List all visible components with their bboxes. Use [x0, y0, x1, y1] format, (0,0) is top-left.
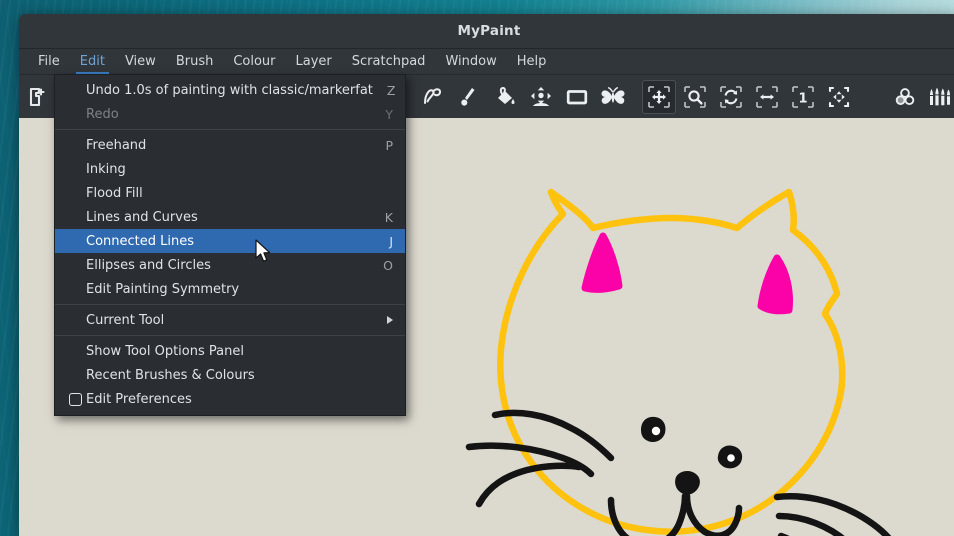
menu-item-connected-lines[interactable]: Connected Lines J	[55, 229, 405, 253]
new-document-icon	[29, 87, 45, 106]
menu-item-label: Recent Brushes & Colours	[86, 367, 255, 383]
menu-item-accelerator: K	[384, 209, 393, 225]
cat-nose	[675, 471, 700, 495]
edit-menu-dropdown: Undo 1.0s of painting with classic/marke…	[54, 74, 406, 416]
cat-ear-left-fill	[581, 232, 623, 293]
menu-separator	[55, 335, 405, 336]
window-title: MyPaint	[457, 23, 521, 39]
menu-item-label: Undo 1.0s of painting with classic/marke…	[86, 82, 373, 98]
svg-text:1: 1	[798, 91, 807, 106]
menu-bar-item-layer[interactable]: Layer	[286, 49, 342, 74]
menu-item-lines-and-curves[interactable]: Lines and Curves K	[55, 205, 405, 229]
menu-bar-item-brush[interactable]: Brush	[166, 49, 224, 74]
fit-view-icon-button[interactable]	[822, 80, 856, 114]
freehand-brush-icon-button[interactable]	[416, 80, 450, 114]
menu-item-accelerator: Z	[386, 82, 396, 98]
menu-item-label: Flood Fill	[86, 185, 143, 201]
symmetry-icon-button[interactable]	[524, 80, 558, 114]
zoom-icon	[684, 85, 706, 108]
menu-item-label: Edit Preferences	[86, 391, 192, 407]
menu-item-label: Inking	[86, 161, 126, 177]
cat-head-outline	[497, 188, 846, 535]
menu-item-recent-brushes-colours[interactable]: Recent Brushes & Colours	[55, 363, 405, 387]
application-window: MyPaint File Edit View Brush Colour Layer Scra…	[19, 14, 954, 536]
pan-view-icon-button[interactable]	[642, 79, 676, 114]
rotate-view-icon	[720, 85, 742, 108]
menu-item-flood-fill[interactable]: Flood Fill	[55, 181, 405, 205]
zoom-reset-icon: 1	[792, 85, 814, 108]
cat-whisker-right-2	[775, 512, 845, 536]
mirror-view-icon	[756, 85, 778, 108]
mirror-view-icon-button[interactable]	[750, 80, 784, 114]
menu-item-show-tool-options-panel[interactable]: Show Tool Options Panel	[55, 339, 405, 363]
colour-palette-icon-button[interactable]	[888, 80, 922, 114]
menu-item-inking[interactable]: Inking	[55, 157, 405, 181]
chevron-right-icon	[387, 316, 393, 324]
menu-item-edit-painting-symmetry[interactable]: Edit Painting Symmetry	[55, 277, 405, 301]
menu-item-label: Show Tool Options Panel	[86, 343, 244, 359]
cat-eye-left-highlight	[651, 426, 661, 436]
menu-bar-item-colour[interactable]: Colour	[223, 49, 285, 74]
toolbar-group-file	[19, 80, 55, 114]
toolbar-group-tools	[415, 80, 631, 114]
menu-item-label: Redo	[86, 106, 119, 122]
menu-bar-item-window[interactable]: Window	[435, 49, 506, 74]
menu-bar-item-view[interactable]: View	[115, 49, 166, 74]
menu-item-label: Current Tool	[86, 312, 165, 328]
menu-item-label: Ellipses and Circles	[86, 257, 211, 273]
flood-fill-icon-button[interactable]	[488, 80, 522, 114]
menu-item-current-tool[interactable]: Current Tool	[55, 308, 405, 332]
toolbar-group-docks	[887, 80, 954, 114]
symmetry-icon	[531, 86, 551, 106]
cat-eye-right-highlight	[727, 454, 735, 462]
menu-item-undo-1-0s-of-painting-with-classic-markerfat[interactable]: Undo 1.0s of painting with classic/marke…	[55, 78, 405, 102]
fit-view-icon	[828, 86, 850, 107]
menu-bar-item-file[interactable]: File	[28, 49, 70, 74]
zoom-reset-icon-button[interactable]: 1	[786, 80, 820, 114]
menu-item-redo: Redo Y	[55, 102, 405, 126]
menu-item-accelerator: P	[385, 137, 393, 153]
menu-item-label: Freehand	[86, 137, 147, 153]
menu-item-label: Connected Lines	[86, 233, 194, 249]
menu-item-ellipses-and-circles[interactable]: Ellipses and Circles O	[55, 253, 405, 277]
brushes-icon	[930, 87, 950, 105]
inking-pen-icon-button[interactable]	[452, 80, 486, 114]
butterfly-icon	[601, 86, 625, 104]
menu-item-freehand[interactable]: Freehand P	[55, 133, 405, 157]
menu-separator	[55, 129, 405, 130]
flood-fill-icon	[498, 86, 515, 104]
inking-pen-icon	[461, 87, 475, 106]
brushes-icon-button[interactable]	[924, 80, 954, 114]
menu-bar: File Edit View Brush Colour Layer Scratchpad Wi…	[19, 48, 954, 74]
freehand-brush-icon	[424, 87, 442, 104]
cat-ear-right-fill	[757, 254, 793, 315]
menu-item-accelerator: O	[383, 257, 393, 273]
menu-item-accelerator: Y	[385, 106, 393, 122]
menu-separator	[55, 304, 405, 305]
rotate-view-icon-button[interactable]	[714, 80, 748, 114]
menu-item-label: Lines and Curves	[86, 209, 198, 225]
butterfly-icon-button[interactable]	[596, 80, 630, 114]
toolbar-group-view: 1	[641, 79, 857, 114]
checkbox-icon[interactable]	[69, 392, 82, 406]
title-bar[interactable]: MyPaint	[19, 14, 954, 48]
menu-item-edit-preferences[interactable]: Edit Preferences	[55, 387, 405, 411]
frame-icon	[566, 89, 588, 104]
menu-bar-item-scratchpad[interactable]: Scratchpad	[342, 49, 436, 74]
zoom-icon-button[interactable]	[678, 80, 712, 114]
colour-palette-icon	[895, 87, 915, 105]
new-document-icon-button[interactable]	[20, 80, 54, 114]
menu-item-accelerator: J	[389, 233, 393, 249]
menu-item-label: Edit Painting Symmetry	[86, 281, 240, 297]
menu-bar-item-edit[interactable]: Edit	[70, 49, 115, 74]
frame-icon-button[interactable]	[560, 80, 594, 114]
pan-view-icon	[648, 85, 670, 108]
menu-bar-item-help[interactable]: Help	[507, 49, 557, 74]
